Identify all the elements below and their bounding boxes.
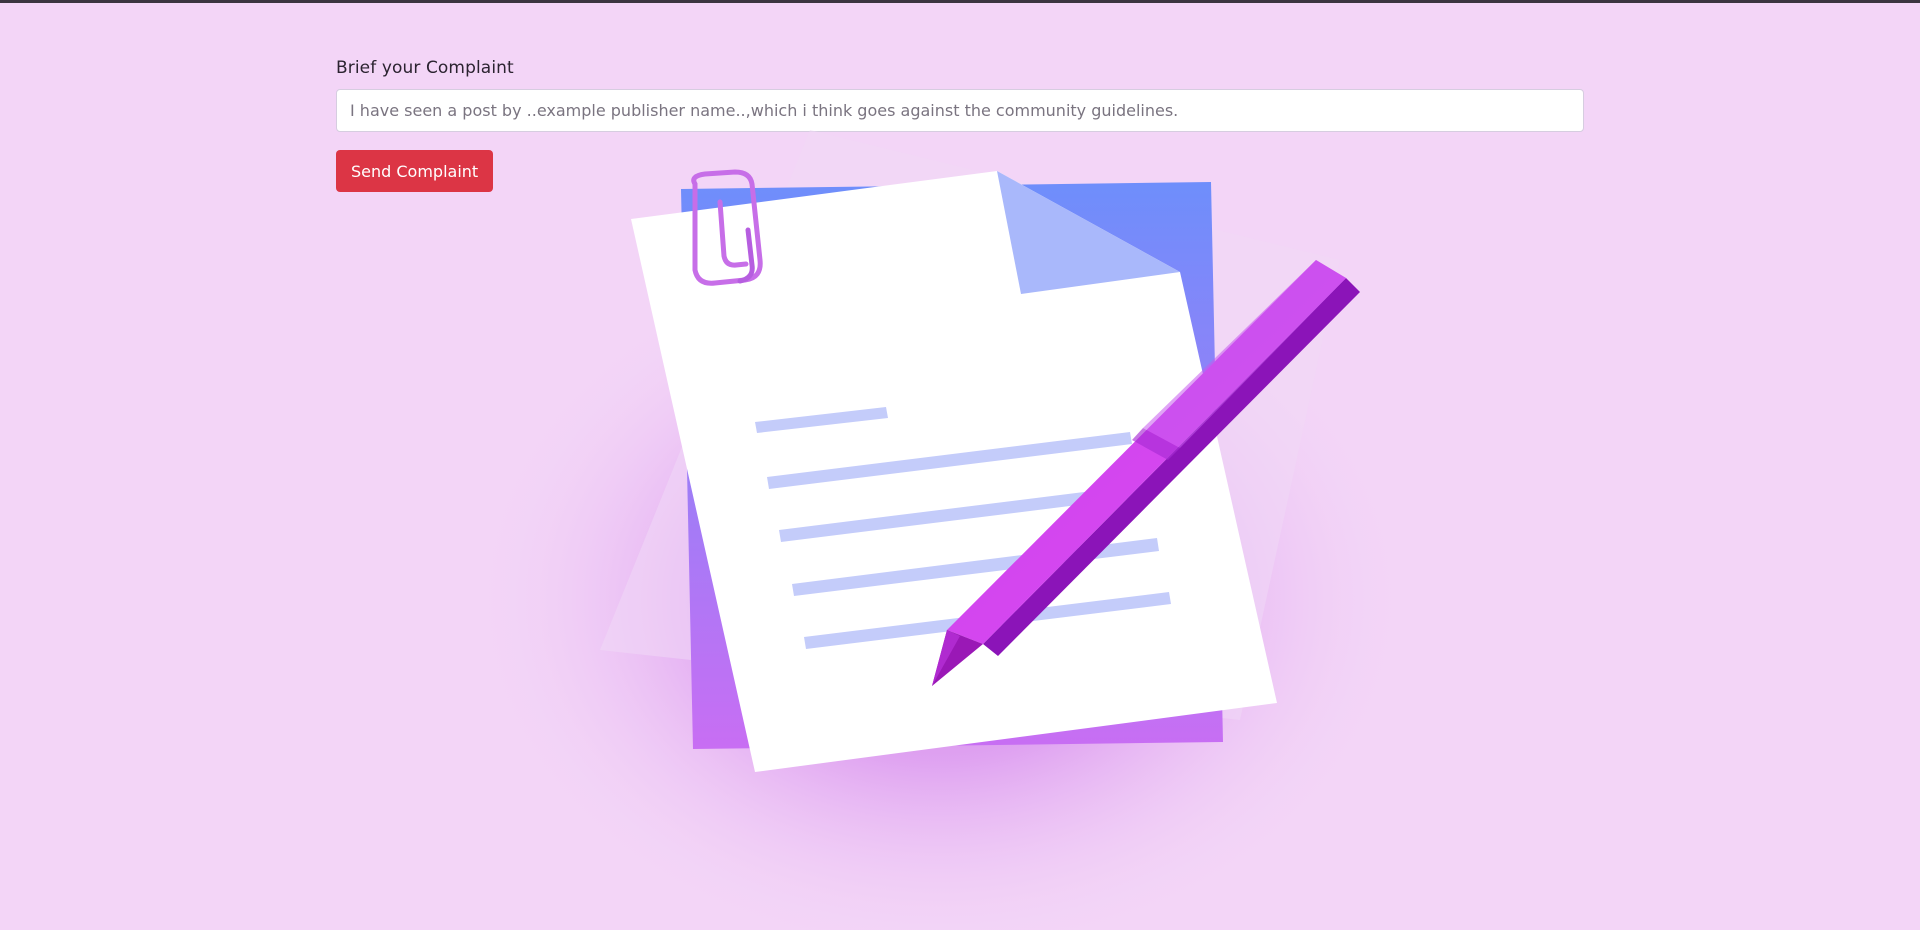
top-border [0,0,1920,3]
document-with-pen-icon [480,130,1410,930]
send-complaint-button[interactable]: Send Complaint [336,150,494,192]
complaint-label: Brief your Complaint [336,58,514,78]
